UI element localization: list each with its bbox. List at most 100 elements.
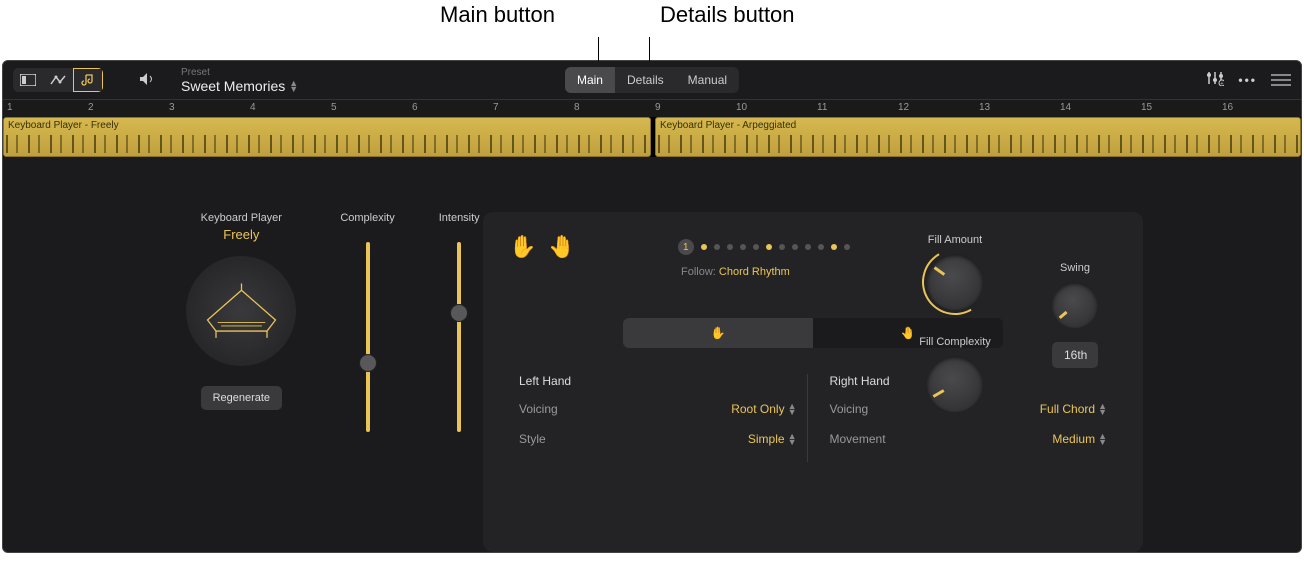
step-dot[interactable] [818,244,824,250]
callout-details-label: Details button [660,2,795,28]
swing-value-button[interactable]: 16th [1052,342,1098,368]
left-hand-col: Left Hand Voicing Root Only▲▼ Style Simp… [509,374,807,462]
mixer-icon[interactable]: + [1206,70,1224,90]
left-voicing-value[interactable]: Root Only▲▼ [731,402,796,416]
slider-track[interactable] [457,242,461,432]
ruler-tick: 10 [736,102,747,113]
fill-amount-knob[interactable] [927,254,983,310]
voicing-label: Voicing [830,402,869,416]
center-panel: ✋ 🤚 1 Fol [483,212,1143,552]
step-dot[interactable] [740,244,746,250]
player-type-label: Keyboard Player [186,212,296,224]
piano-icon[interactable] [186,256,296,366]
ruler-tick: 6 [412,102,418,113]
region-label: Keyboard Player - Freely [4,118,650,133]
ruler-tick: 1 [7,102,13,113]
step-dot[interactable] [805,244,811,250]
callouts: Main button Details button [0,0,1304,60]
stepper-icon: ▲▼ [788,433,797,445]
step-dot[interactable] [753,244,759,250]
preset-name-text: Sweet Memories [181,78,285,94]
automation-view-button[interactable] [43,68,73,92]
region-arpeggiated[interactable]: Keyboard Player - Arpeggiated [655,117,1301,157]
drag-handle-icon[interactable] [1271,74,1291,86]
left-voicing-row: Voicing Root Only▲▼ [519,402,797,416]
step-dot[interactable] [844,244,850,250]
step-dot[interactable] [766,244,772,250]
preset-label: Preset [181,67,298,78]
swing-label: Swing [1035,262,1115,274]
ruler-tick: 11 [817,102,827,113]
fill-amount-label: Fill Amount [905,234,1005,246]
midi-notes-icon [658,135,1298,153]
intensity-slider[interactable]: Intensity [439,212,480,432]
style-label: Style [519,432,546,446]
slider-track[interactable] [366,242,370,432]
ruler-tick: 7 [493,102,499,113]
step-dot[interactable] [727,244,733,250]
ruler-tick: 2 [88,102,94,113]
right-movement-row: Movement Medium▲▼ [830,432,1108,446]
fill-complexity-block: Fill Complexity [905,336,1005,412]
step-number[interactable]: 1 [678,239,694,255]
ruler-tick: 15 [1141,102,1152,113]
right-movement-value[interactable]: Medium▲▼ [1052,432,1107,446]
step-dot[interactable] [792,244,798,250]
knob-panel: Fill Amount Fill Complexity Swing [905,234,1115,412]
step-dot[interactable] [701,244,707,250]
preset-stepper-icon[interactable]: ▲▼ [289,80,298,92]
left-hand-icon[interactable]: ✋ [509,234,536,260]
volume-icon[interactable] [139,72,157,89]
toolbar: Preset Sweet Memories ▲▼ Main Details Ma… [3,61,1301,99]
step-dot[interactable] [779,244,785,250]
notes-view-button[interactable] [73,68,103,92]
follow-value[interactable]: Chord Rhythm [719,266,790,278]
follow-label: Follow: [681,266,716,278]
hand-small-icon: ✋ [711,326,726,340]
editor-panel: Keyboard Player Freely Regenerate Comple… [3,157,1301,552]
ruler-tick: 12 [898,102,909,113]
fill-amount-block: Fill Amount Fill Complexity [905,234,1005,412]
slider-thumb[interactable] [359,354,377,372]
step-dot[interactable] [831,244,837,250]
preset-block[interactable]: Preset Sweet Memories ▲▼ [181,67,298,94]
track-lane[interactable]: Keyboard Player - Freely Keyboard Player… [3,117,1301,157]
right-hand-icon[interactable]: 🤚 [548,234,575,260]
swing-block: Swing 16th [1035,262,1115,412]
ruler-tick: 13 [979,102,990,113]
mode-details-button[interactable]: Details [615,67,676,93]
fill-complexity-knob[interactable] [927,356,983,412]
ruler-tick: 4 [250,102,256,113]
stepper-icon: ▲▼ [788,403,797,415]
swing-knob[interactable] [1052,282,1098,328]
region-freely[interactable]: Keyboard Player - Freely [3,117,651,157]
more-icon[interactable]: ••• [1238,73,1257,87]
preset-name: Sweet Memories ▲▼ [181,78,298,94]
complexity-slider[interactable]: Complexity [340,212,394,432]
slider-thumb[interactable] [450,304,468,322]
knob-indicator [1059,311,1068,319]
knob-indicator [934,266,946,275]
left-style-row: Style Simple▲▼ [519,432,797,446]
view-toggle-group [13,68,103,92]
mode-manual-button[interactable]: Manual [676,67,739,93]
ruler-tick: 8 [574,102,580,113]
panel-view-button[interactable] [13,68,43,92]
ruler-tick: 3 [169,102,175,113]
step-dots[interactable]: 1 [678,239,850,255]
timeline-ruler[interactable]: 1 2 3 4 5 6 7 8 9 10 11 12 13 14 15 16 [3,99,1301,117]
player-name: Freely [186,227,296,242]
mode-main-button[interactable]: Main [565,67,615,93]
fill-complexity-label: Fill Complexity [905,336,1005,348]
left-controls: Keyboard Player Freely Regenerate Comple… [3,212,483,552]
ruler-tick: 5 [331,102,337,113]
left-style-value[interactable]: Simple▲▼ [748,432,797,446]
left-hand-title: Left Hand [519,374,797,388]
knob-indicator [933,389,945,398]
regenerate-button[interactable]: Regenerate [201,386,283,410]
svg-text:+: + [1221,81,1224,86]
midi-notes-icon [6,135,648,153]
left-hand-tab[interactable]: ✋ [623,318,813,348]
step-dot[interactable] [714,244,720,250]
ruler-tick: 16 [1222,102,1233,113]
